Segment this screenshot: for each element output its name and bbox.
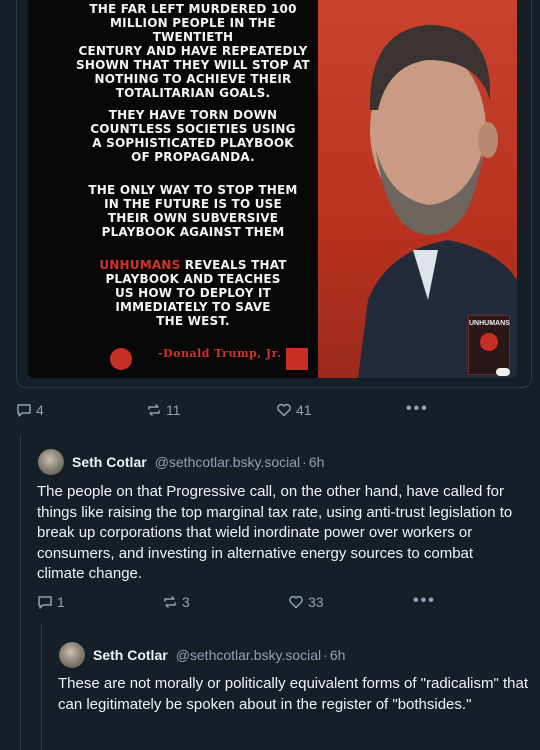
reply-count: 4: [36, 402, 44, 418]
reply1-more-options-button[interactable]: •••: [413, 592, 436, 610]
separator-dot: ·: [323, 647, 328, 663]
avatar[interactable]: [59, 642, 85, 668]
reply-count: 1: [57, 594, 65, 610]
poster-highlight: Unhumans: [99, 258, 181, 272]
poster-paragraph-4: Unhumans reveals that playbook and teach…: [68, 258, 318, 328]
heart-icon: [277, 403, 291, 417]
skull-icon: [480, 333, 498, 351]
more-options-button[interactable]: •••: [406, 400, 429, 418]
poster-paragraph-3: The only way to stop them in the future …: [88, 183, 298, 239]
reply2-header: Seth Cotlar @sethcotlar.bsky.social · 6h: [59, 642, 345, 668]
post-image[interactable]: The far left murdered 100 million people…: [28, 0, 517, 378]
reply1-header: Seth Cotlar @sethcotlar.bsky.social · 6h: [38, 449, 324, 475]
poster-paragraph-1: The far left murdered 100 million people…: [76, 2, 310, 100]
separator-dot: ·: [302, 454, 307, 470]
reply2-text: These are not morally or politically equ…: [58, 675, 529, 713]
reply1-like-button[interactable]: 33: [288, 594, 324, 610]
repost-count: 11: [166, 402, 181, 418]
publisher-mark-icon: [286, 348, 308, 370]
thread-line: [20, 434, 21, 750]
repost-button[interactable]: 11: [146, 402, 181, 418]
like-count: 33: [308, 594, 324, 610]
author-name[interactable]: Seth Cotlar: [93, 647, 168, 663]
reply1-reply-button[interactable]: 1: [37, 594, 65, 610]
like-button[interactable]: 41: [276, 402, 312, 418]
reply1-repost-button[interactable]: 3: [162, 594, 190, 610]
publisher-logo-icon: [110, 348, 132, 370]
poster-signature: -Donald Trump, Jr.: [158, 347, 282, 360]
author-handle[interactable]: @sethcotlar.bsky.social: [155, 454, 300, 470]
nested-thread-line: [41, 624, 42, 750]
reply-icon: [38, 596, 52, 609]
reply-button[interactable]: 4: [16, 402, 44, 418]
repost-icon: [164, 596, 176, 608]
alt-text-badge[interactable]: [496, 368, 510, 376]
post-time[interactable]: 6h: [330, 647, 346, 663]
poster-paragraph-2: They have torn down countless societies …: [90, 108, 296, 164]
repost-count: 3: [182, 594, 190, 610]
book-cover: UNHUMANS: [468, 315, 510, 375]
like-count: 41: [296, 402, 312, 418]
post-time[interactable]: 6h: [309, 454, 325, 470]
heart-icon: [289, 595, 303, 609]
book-title: UNHUMANS: [469, 320, 510, 327]
repost-icon: [148, 404, 160, 416]
avatar[interactable]: [38, 449, 64, 475]
author-handle[interactable]: @sethcotlar.bsky.social: [176, 647, 321, 663]
reply1-text: The people on that Progressive call, on …: [37, 483, 513, 582]
reply-icon: [17, 404, 31, 417]
author-name[interactable]: Seth Cotlar: [72, 454, 147, 470]
